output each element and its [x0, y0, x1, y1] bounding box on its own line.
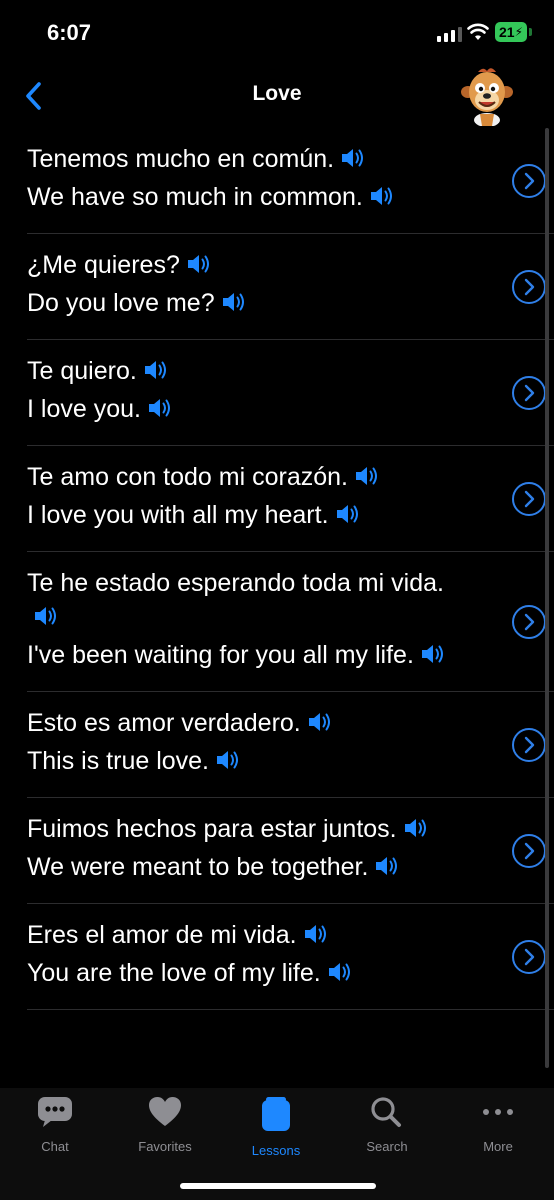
english-phrase: You are the love of my life.: [27, 956, 467, 992]
english-text: You are the love of my life.: [27, 959, 321, 987]
phrase-row[interactable]: Eres el amor de mi vida. You are the love…: [27, 904, 554, 1010]
speaker-icon[interactable]: [327, 958, 353, 992]
battery-nub: [529, 28, 532, 36]
spanish-text: Esto es amor verdadero.: [27, 709, 301, 737]
battery-level: 21: [498, 24, 515, 40]
navigation-bar: Love: [0, 64, 554, 128]
english-text: Do you love me?: [27, 289, 215, 317]
phrase-list[interactable]: Tenemos mucho en común. We have so much i…: [0, 128, 554, 1088]
phrase-row[interactable]: Te quiero. I love you.: [27, 340, 554, 446]
spanish-text: Te he estado esperando toda mi vida.: [27, 569, 444, 597]
spanish-phrase: ¿Me quieres?: [27, 248, 467, 284]
spanish-text: Eres el amor de mi vida.: [27, 921, 297, 949]
speaker-icon[interactable]: [307, 708, 333, 742]
tab-label: Search: [366, 1139, 408, 1154]
spanish-phrase: Fuimos hechos para estar juntos.: [27, 812, 467, 848]
phrase-text: Te he estado esperando toda mi vida. I've…: [27, 552, 467, 691]
spanish-phrase: Tenemos mucho en común.: [27, 142, 467, 178]
speaker-icon[interactable]: [215, 746, 241, 780]
spanish-text: ¿Me quieres?: [27, 251, 180, 279]
scrollbar[interactable]: [545, 128, 549, 1068]
battery-icon: 21 ⚡: [495, 22, 527, 42]
tab-search[interactable]: Search: [332, 1096, 442, 1154]
chevron-right-circle-icon[interactable]: [512, 375, 546, 410]
cellular-signal-icon: [437, 26, 462, 42]
lessons-icon: [262, 1097, 290, 1131]
phrase-row[interactable]: Te he estado esperando toda mi vida. I've…: [27, 552, 554, 692]
english-phrase: We have so much in common.: [27, 180, 467, 216]
english-text: We were meant to be together.: [27, 853, 369, 881]
spanish-phrase: Te amo con todo mi corazón.: [27, 460, 467, 496]
tab-label: Favorites: [138, 1139, 192, 1154]
wifi-icon: [467, 23, 489, 40]
tab-label: Chat: [41, 1139, 69, 1154]
tab-chat[interactable]: Chat: [0, 1096, 110, 1154]
status-time: 6:07: [47, 20, 92, 45]
english-text: I've been waiting for you all my life.: [27, 641, 414, 669]
phrase-row[interactable]: Fuimos hechos para estar juntos. We were …: [27, 798, 554, 904]
speaker-icon[interactable]: [340, 144, 366, 178]
meerkat-mascot-icon[interactable]: [456, 64, 518, 126]
phrase-row[interactable]: Te amo con todo mi corazón. I love you wi…: [27, 446, 554, 552]
speaker-icon[interactable]: [369, 182, 395, 216]
chevron-right-circle-icon[interactable]: [512, 604, 546, 639]
tab-label: Lessons: [251, 1143, 301, 1158]
spanish-text: Te quiero.: [27, 357, 137, 385]
phrase-text: Esto es amor verdadero. This is true love…: [27, 692, 467, 797]
spanish-phrase: Esto es amor verdadero.: [27, 706, 467, 742]
english-phrase: I've been waiting for you all my life.: [27, 638, 467, 674]
tab-more[interactable]: More: [443, 1096, 553, 1154]
speaker-icon[interactable]: [403, 814, 429, 848]
spanish-text: Tenemos mucho en común.: [27, 145, 335, 173]
speaker-icon[interactable]: [374, 852, 400, 886]
spanish-phrase: Eres el amor de mi vida.: [27, 918, 467, 954]
tab-label: More: [483, 1139, 513, 1154]
english-phrase: We were meant to be together.: [27, 850, 467, 886]
chevron-right-circle-icon[interactable]: [512, 269, 546, 304]
more-icon: [483, 1109, 513, 1115]
speaker-icon[interactable]: [221, 288, 247, 322]
search-icon: [371, 1097, 401, 1127]
english-text: We have so much in common.: [27, 183, 363, 211]
phrase-text: Te quiero. I love you.: [27, 340, 467, 445]
english-phrase: I love you with all my heart.: [27, 498, 467, 534]
phrase-text: Te amo con todo mi corazón. I love you wi…: [27, 446, 467, 551]
phrase-text: Fuimos hechos para estar juntos. We were …: [27, 798, 467, 903]
speaker-icon[interactable]: [186, 250, 212, 284]
status-bar: 6:07 21 ⚡: [0, 0, 554, 64]
speaker-icon[interactable]: [143, 356, 169, 390]
speaker-icon[interactable]: [354, 462, 380, 496]
phrase-row[interactable]: ¿Me quieres? Do you love me?: [27, 234, 554, 340]
english-text: I love you.: [27, 395, 141, 423]
tab-lessons[interactable]: Lessons: [221, 1096, 331, 1158]
english-phrase: This is true love.: [27, 744, 467, 780]
speaker-icon[interactable]: [33, 602, 59, 636]
heart-icon: [149, 1097, 181, 1126]
speaker-icon[interactable]: [147, 394, 173, 428]
speaker-icon[interactable]: [335, 500, 361, 534]
chevron-right-circle-icon[interactable]: [512, 833, 546, 868]
phrase-row[interactable]: Esto es amor verdadero. This is true love…: [27, 692, 554, 798]
spanish-phrase: Te he estado esperando toda mi vida.: [27, 566, 467, 636]
phrase-row[interactable]: Tenemos mucho en común. We have so much i…: [27, 128, 554, 234]
chevron-right-circle-icon[interactable]: [512, 939, 546, 974]
chevron-right-circle-icon[interactable]: [512, 727, 546, 762]
english-phrase: Do you love me?: [27, 286, 467, 322]
english-phrase: I love you.: [27, 392, 467, 428]
home-indicator: [180, 1183, 376, 1189]
tab-favorites[interactable]: Favorites: [110, 1096, 220, 1154]
chevron-right-circle-icon[interactable]: [512, 163, 546, 198]
english-text: I love you with all my heart.: [27, 501, 329, 529]
phrase-text: Eres el amor de mi vida. You are the love…: [27, 904, 467, 1009]
speaker-icon[interactable]: [420, 640, 446, 674]
speaker-icon[interactable]: [303, 920, 329, 954]
phrase-text: ¿Me quieres? Do you love me?: [27, 234, 467, 339]
spanish-phrase: Te quiero.: [27, 354, 467, 390]
english-text: This is true love.: [27, 747, 210, 775]
chat-bubble-icon: [38, 1097, 72, 1127]
spanish-text: Te amo con todo mi corazón.: [27, 463, 348, 491]
chevron-right-circle-icon[interactable]: [512, 481, 546, 516]
spanish-text: Fuimos hechos para estar juntos.: [27, 815, 397, 843]
phrase-text: Tenemos mucho en común. We have so much i…: [27, 128, 467, 233]
